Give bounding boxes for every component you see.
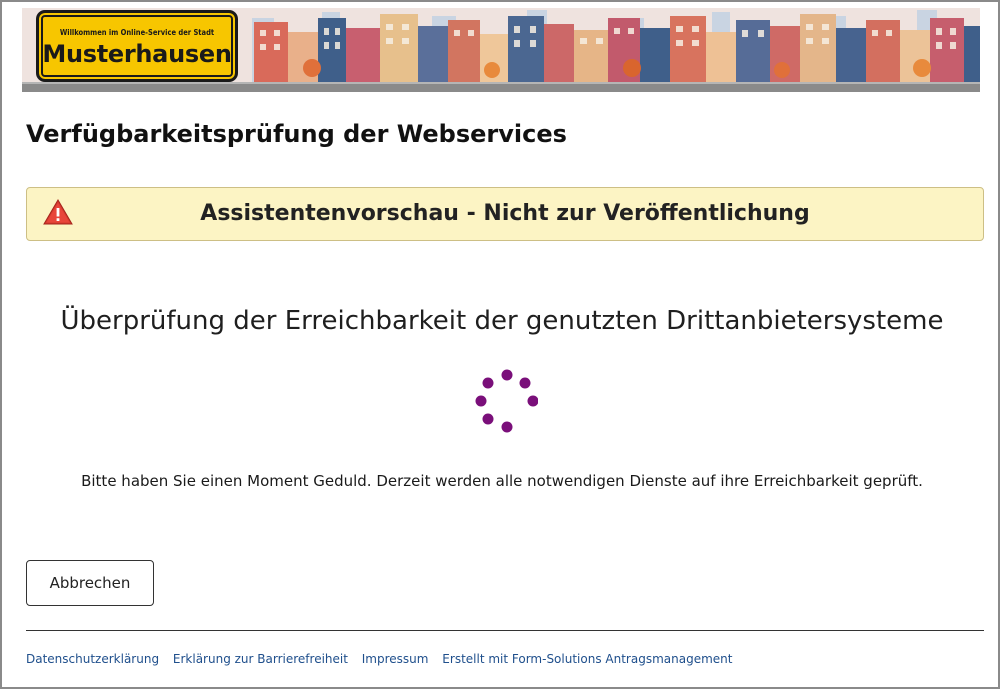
browser-frame: Willkommen im Online-Service der Stadt M… [0, 0, 1000, 689]
footer-divider [26, 630, 984, 631]
wait-message: Bitte haben Sie einen Moment Geduld. Der… [81, 472, 923, 490]
town-sign-logo[interactable]: Willkommen im Online-Service der Stadt M… [36, 10, 238, 82]
footer-link-accessibility[interactable]: Erklärung zur Barrierefreiheit [173, 652, 348, 666]
footer-link-form-solutions[interactable]: Erstellt mit Form-Solutions Antragsmanag… [442, 652, 732, 666]
sign-subtitle: Willkommen im Online-Service der Stadt [59, 28, 215, 37]
availability-check-heading: Überprüfung der Erreichbarkeit der genut… [60, 306, 944, 336]
header-banner: Willkommen im Online-Service der Stadt M… [22, 8, 980, 92]
footer-link-imprint[interactable]: Impressum [362, 652, 429, 666]
page-title: Verfügbarkeitsprüfung der Webservices [26, 120, 567, 148]
preview-alert-text: Assistentenvorschau - Nicht zur Veröffen… [200, 201, 810, 226]
footer-links: Datenschutzerklärung Erklärung zur Barri… [26, 652, 742, 666]
sign-title: Musterhausen [42, 40, 232, 68]
preview-alert: Assistentenvorschau - Nicht zur Veröffen… [26, 187, 984, 241]
cancel-button[interactable]: Abbrechen [26, 560, 154, 606]
loading-spinner-icon [475, 369, 538, 433]
footer-link-privacy[interactable]: Datenschutzerklärung [26, 652, 159, 666]
